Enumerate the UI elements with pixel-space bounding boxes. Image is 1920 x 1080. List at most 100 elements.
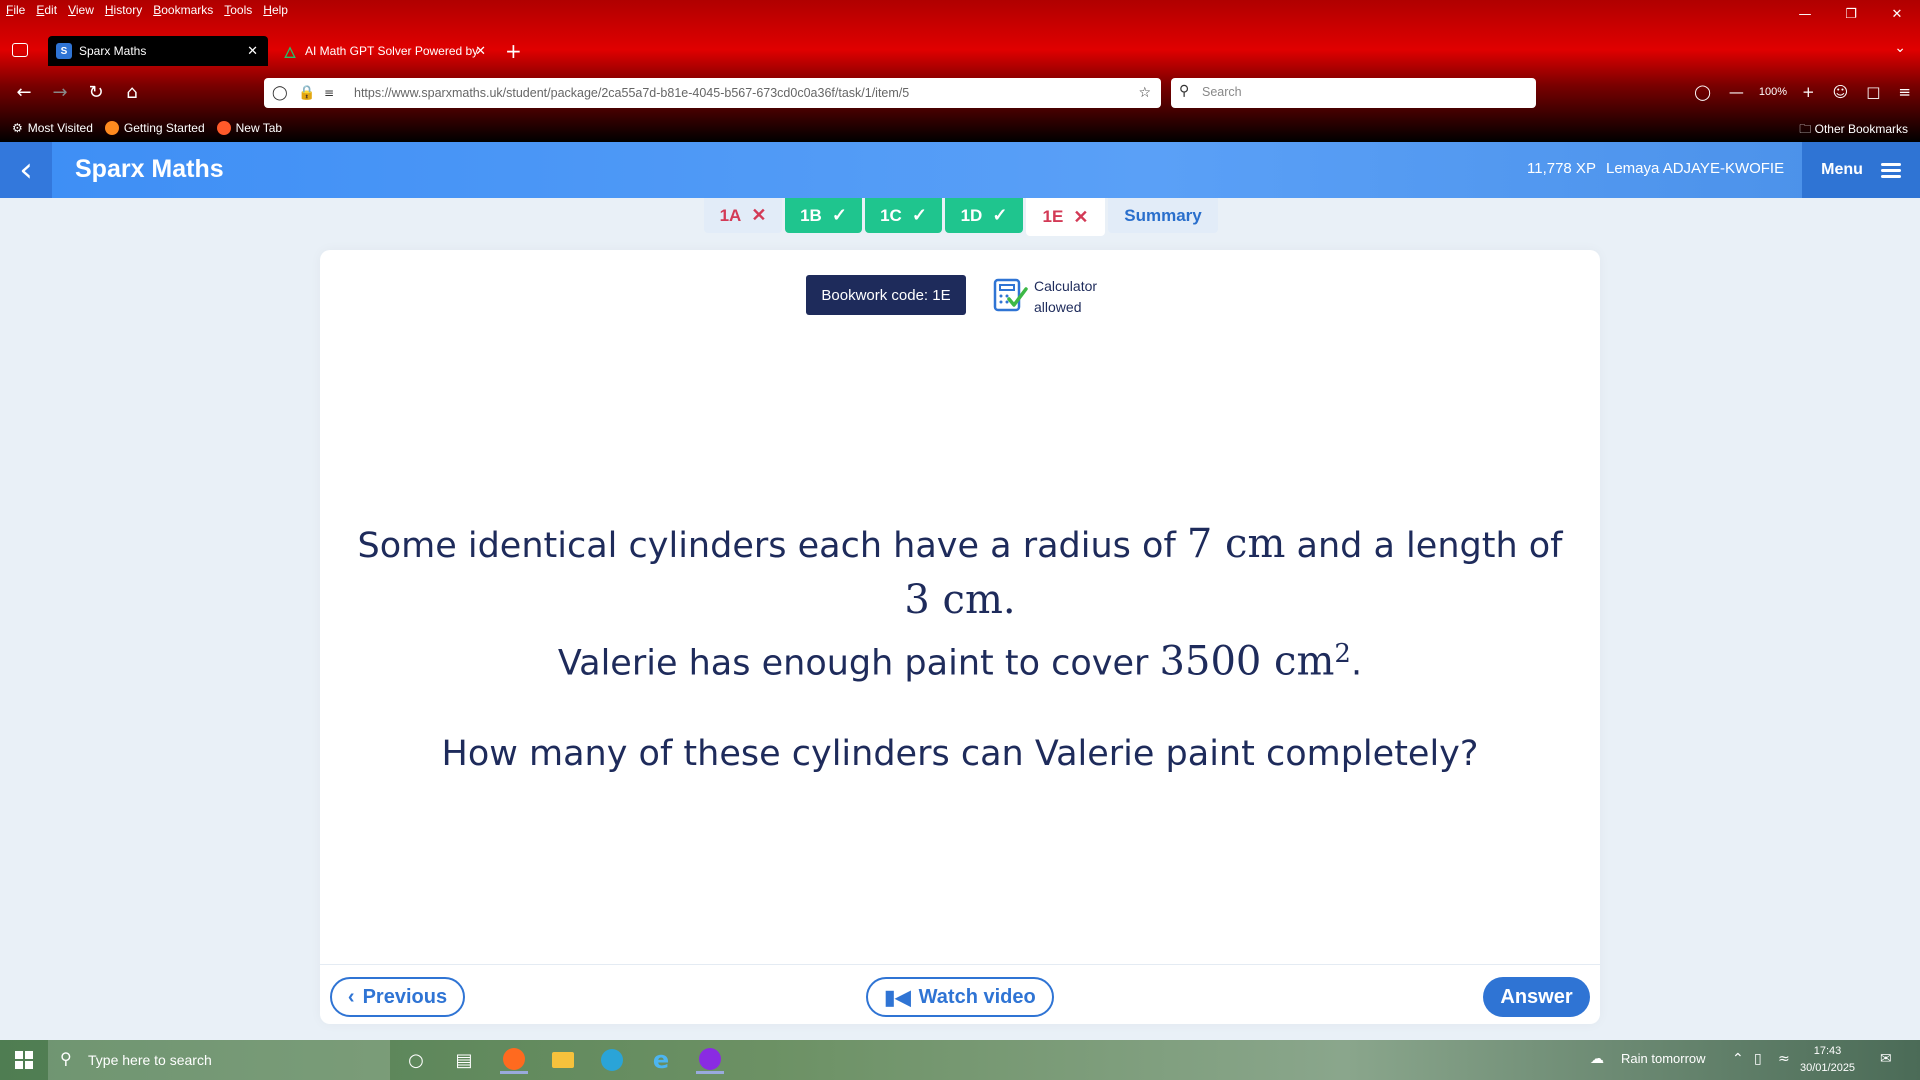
menu-label: Menu (1821, 161, 1863, 178)
bookmark-new-tab[interactable]: New Tab (216, 121, 282, 135)
extensions-icon[interactable]: □ (1866, 83, 1880, 101)
menu-edit[interactable]: Edit (36, 3, 57, 17)
tab-1b[interactable]: 1B ✓ (785, 198, 862, 233)
tab-1e[interactable]: 1E ✕ (1026, 198, 1105, 236)
calculator-label: Calculator (1034, 278, 1098, 294)
video-camera-icon: ▮◀ (884, 986, 911, 1009)
clock-date: 30/01/2025 (1800, 1062, 1856, 1074)
edge-icon[interactable] (598, 1046, 626, 1074)
area-value: 3500 cm (1159, 638, 1335, 685)
permissions-icon[interactable]: ≡ (324, 86, 334, 100)
close-tab-icon[interactable]: ✕ (247, 43, 258, 59)
url-bar[interactable]: ◯ 🔒 ≡ https://www.sparxmaths.uk/student/… (264, 78, 1161, 108)
tab-1c[interactable]: 1C ✓ (865, 198, 942, 233)
search-icon: ⚲ (60, 1049, 72, 1068)
question-text-part: Some identical cylinders each have a rad… (357, 526, 1187, 566)
tab-list-icon[interactable] (12, 43, 28, 57)
taskbar-search-placeholder: Type here to search (88, 1052, 212, 1068)
tab-label: Summary (1124, 205, 1202, 225)
tab-summary[interactable]: Summary (1108, 198, 1218, 233)
tab-label: 1D (960, 205, 983, 225)
question-text-part: and a length of (1285, 526, 1563, 566)
menu-bookmarks[interactable]: Bookmarks (153, 3, 213, 17)
tab-1d[interactable]: 1D ✓ (945, 198, 1023, 233)
cortana-icon[interactable]: ○ (402, 1046, 430, 1074)
task-view-icon[interactable]: ▤ (450, 1046, 478, 1074)
tab-title: Sparx Maths (79, 44, 147, 58)
pocket-icon[interactable]: ◯ (1694, 83, 1711, 101)
window-controls: — ❐ ✕ (1782, 0, 1920, 28)
firefox-icon[interactable] (500, 1046, 528, 1074)
tab-label: 1A (719, 205, 742, 225)
menu-history[interactable]: History (105, 3, 142, 17)
menu-help[interactable]: Help (263, 3, 288, 17)
chevron-up-icon[interactable]: ⌃ (1732, 1051, 1744, 1067)
tab-title: AI Math GPT Solver Powered by (305, 44, 479, 58)
firefox-icon (104, 121, 119, 135)
answer-button[interactable]: Answer (1483, 977, 1590, 1017)
search-input[interactable]: ⚲ Search (1171, 78, 1536, 108)
tab-label: 1E (1042, 207, 1064, 226)
notification-icon[interactable]: ✉ (1880, 1051, 1892, 1067)
zoom-in-icon[interactable]: + (1802, 83, 1815, 101)
lock-icon[interactable]: 🔒 (298, 85, 315, 101)
back-arrow-icon[interactable]: ← (12, 80, 36, 104)
zoom-out-icon[interactable]: — (1729, 83, 1744, 101)
tab-1a[interactable]: 1A ✕ (704, 198, 782, 233)
chevron-left-icon[interactable]: ‹ (0, 142, 52, 198)
bookmark-most-visited[interactable]: ⚙ Most Visited (12, 121, 93, 135)
other-bookmarks[interactable]: 🗀 Other Bookmarks (1799, 120, 1908, 141)
previous-button[interactable]: ‹ Previous (330, 977, 465, 1017)
internet-explorer-icon[interactable]: e (647, 1046, 675, 1074)
menu-button[interactable]: Menu (1802, 142, 1920, 198)
user-name: Lemaya ADJAYE-KWOFIE (1606, 160, 1785, 177)
other-bookmarks-label: Other Bookmarks (1814, 122, 1908, 136)
app-icon[interactable] (696, 1046, 724, 1074)
bookmark-getting-started[interactable]: Getting Started (104, 121, 205, 135)
bookmarks-toolbar: ⚙ Most Visited Getting Started New Tab 🗀… (0, 116, 1920, 140)
restore-icon[interactable]: ❐ (1828, 0, 1874, 28)
weather-text[interactable]: Rain tomorrow (1621, 1051, 1706, 1066)
search-icon: ⚲ (1179, 83, 1190, 99)
account-icon[interactable]: ☺ (1833, 83, 1849, 101)
battery-icon[interactable]: ▯ (1754, 1051, 1762, 1067)
clock[interactable]: 17:43 30/01/2025 (1800, 1043, 1855, 1077)
check-icon: ✓ (992, 205, 1008, 225)
browser-chrome: File Edit View History Bookmarks Tools H… (0, 0, 1920, 142)
question-text-part: Valerie has enough paint to cover (557, 643, 1160, 684)
app-menu-icon[interactable]: ≡ (1898, 83, 1911, 101)
minimize-icon[interactable]: — (1782, 0, 1828, 28)
shield-icon[interactable]: ◯ (272, 85, 288, 101)
chevron-down-icon[interactable]: ⌄ (1894, 40, 1906, 56)
home-icon[interactable]: ⌂ (120, 80, 144, 104)
area-exponent: 2 (1334, 639, 1351, 669)
answer-label: Answer (1500, 985, 1573, 1008)
wifi-icon[interactable]: ≈ (1778, 1051, 1790, 1067)
menu-view[interactable]: View (68, 3, 94, 17)
browser-menubar: File Edit View History Bookmarks Tools H… (0, 0, 1920, 20)
xp-count: 11,778 XP (1527, 160, 1596, 177)
sparx-favicon-icon: S (56, 43, 72, 59)
windows-start-icon[interactable] (0, 1040, 48, 1080)
windows-taskbar: ⚲ Type here to search ○ ▤ e ☁ Rain tomor… (0, 1040, 1920, 1080)
url-text[interactable]: https://www.sparxmaths.uk/student/packag… (354, 86, 909, 100)
file-explorer-icon[interactable] (549, 1046, 577, 1074)
question-text-part: . (1350, 643, 1363, 684)
menu-tools[interactable]: Tools (224, 3, 252, 17)
close-tab-icon[interactable]: ✕ (475, 43, 486, 59)
watch-video-button[interactable]: ▮◀ Watch video (866, 977, 1054, 1017)
zoom-level[interactable]: 100% (1759, 86, 1787, 98)
firefox-icon (216, 121, 231, 135)
new-tab-icon[interactable]: + (505, 39, 522, 63)
tab-ai-math-gpt[interactable]: △ AI Math GPT Solver Powered by ✕ (278, 36, 488, 66)
close-window-icon[interactable]: ✕ (1874, 0, 1920, 28)
weather-icon[interactable]: ☁ (1590, 1051, 1604, 1067)
star-icon[interactable]: ☆ (1138, 85, 1151, 101)
tab-sparx-maths[interactable]: S Sparx Maths ✕ (48, 36, 268, 66)
reload-icon[interactable]: ↻ (84, 80, 108, 104)
menu-file[interactable]: File (6, 3, 25, 17)
taskbar-search-input[interactable]: ⚲ Type here to search (48, 1040, 390, 1080)
navigation-bar: ← → ↻ ⌂ ◯ 🔒 ≡ https://www.sparxmaths.uk/… (0, 74, 1920, 110)
question-card: Bookwork code: 1E Calculator allowed Som… (320, 250, 1600, 1024)
forward-arrow-icon[interactable]: → (48, 80, 72, 104)
